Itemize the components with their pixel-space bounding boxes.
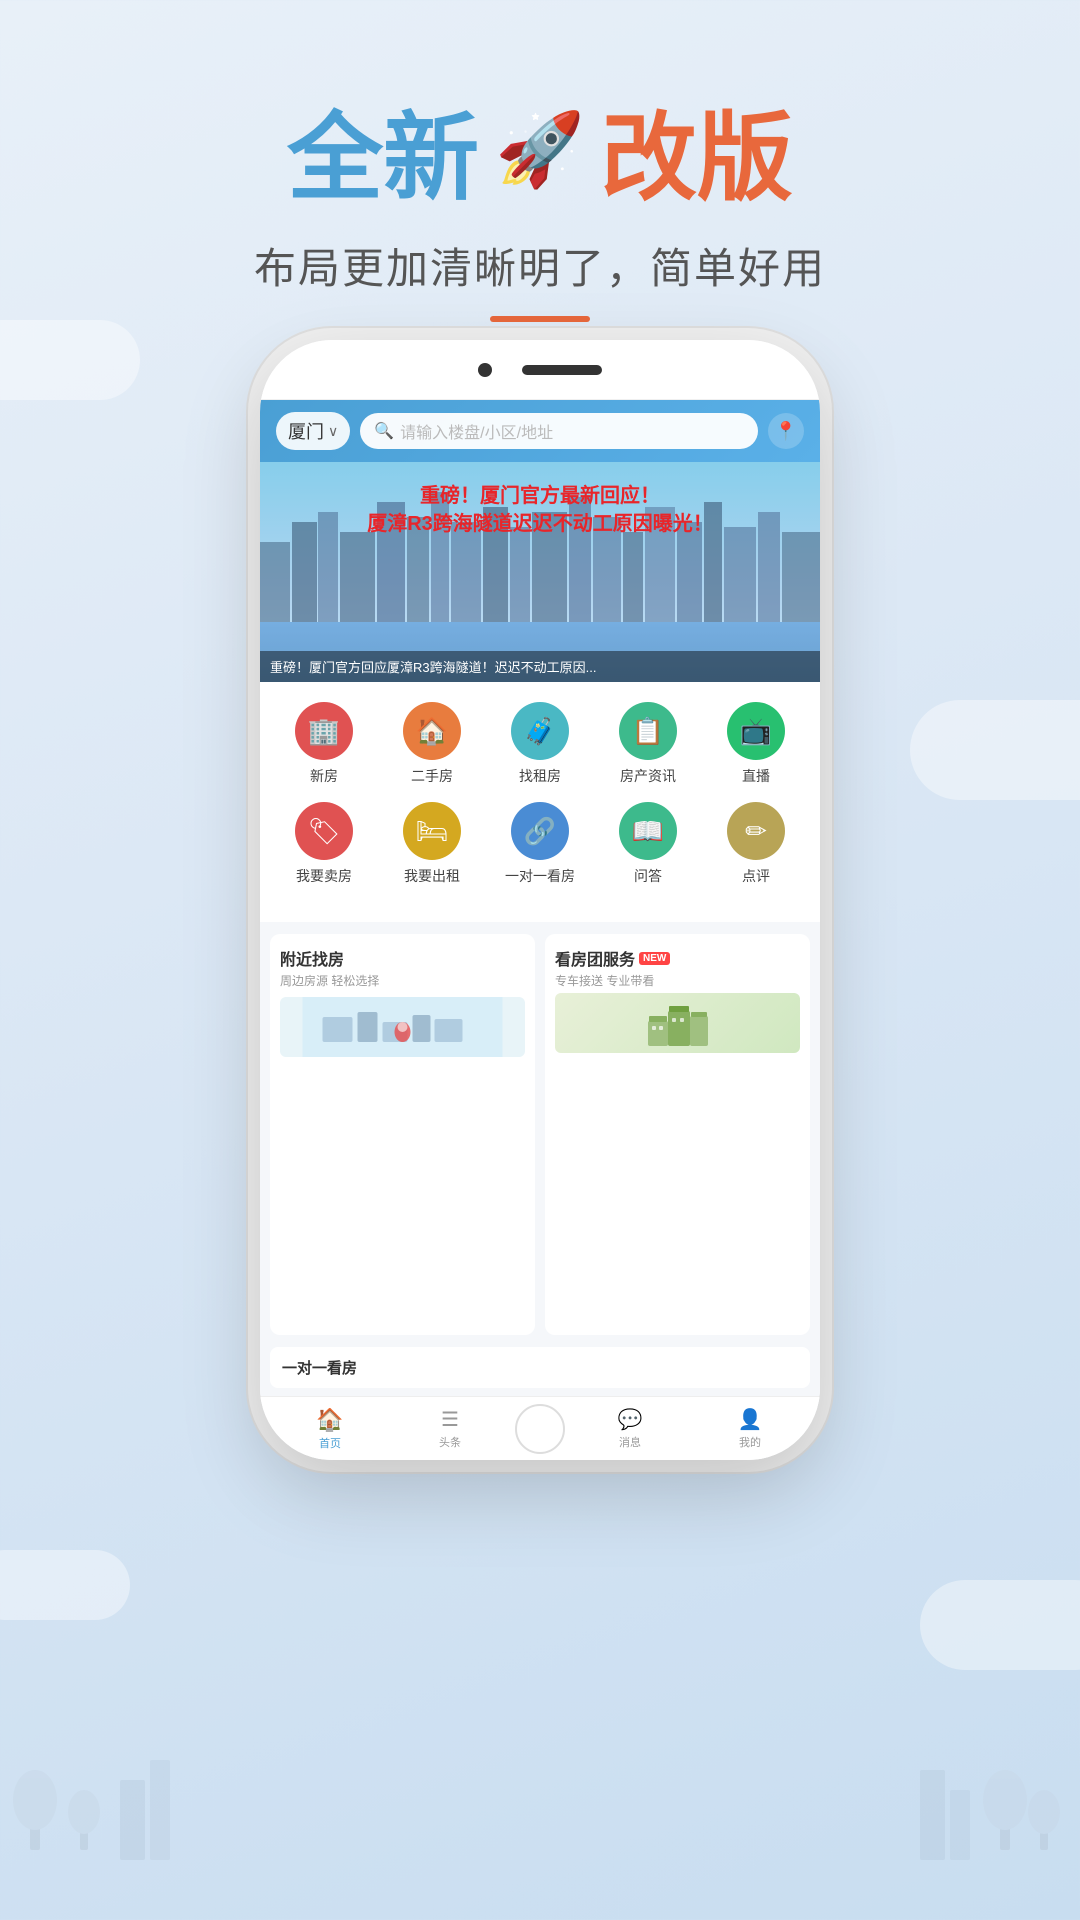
icon-onetoone[interactable]: 🔗 一对一看房 <box>495 802 585 886</box>
tour-image <box>555 993 800 1053</box>
second-house-label: 二手房 <box>411 766 453 786</box>
lease-label: 我要出租 <box>404 866 460 886</box>
decorative-buildings <box>0 1720 1080 1860</box>
banner[interactable]: 重磅！厦门官方最新回应！ 厦漳R3跨海隧道迟迟不动工原因曝光！ 重磅！厦门官方回… <box>260 462 820 682</box>
nav-headline[interactable]: ☰ 头条 <box>390 1407 510 1450</box>
message-nav-icon: 💬 <box>618 1407 643 1432</box>
search-icon: 🔍 <box>374 421 394 441</box>
home-nav-label: 首页 <box>319 1435 341 1451</box>
bottom-nav: 🏠 首页 ☰ 头条 💬 消息 👤 我的 <box>260 1396 820 1460</box>
header-section: 全新 🚀 改版 布局更加清晰明了，简单好用 <box>0 80 1080 322</box>
banner-main-text: 重磅！厦门官方最新回应！ 厦漳R3跨海隧道迟迟不动工原因曝光！ <box>276 482 804 538</box>
sell-label: 我要卖房 <box>296 866 352 886</box>
icon-qa[interactable]: 📖 问答 <box>603 802 693 886</box>
qa-icon: 📖 <box>619 802 677 860</box>
mine-nav-icon: 👤 <box>738 1407 763 1432</box>
new-badge: NEW <box>639 952 670 965</box>
tour-subtitle: 专车接送 专业带看 <box>555 972 800 989</box>
cloud-decoration <box>910 700 1080 800</box>
home-button[interactable] <box>515 1404 565 1454</box>
rocket-icon: 🚀 <box>495 107 585 192</box>
live-icon: 📺 <box>727 702 785 760</box>
onetoone-bar-title: 一对一看房 <box>282 1360 357 1377</box>
news-label: 房产资讯 <box>620 766 676 786</box>
phone-camera <box>478 363 492 377</box>
mine-nav-label: 我的 <box>739 1434 761 1450</box>
nav-mine[interactable]: 👤 我的 <box>690 1407 810 1450</box>
second-house-icon: 🏠 <box>403 702 461 760</box>
onetoone-bar[interactable]: 一对一看房 <box>270 1347 810 1388</box>
nearby-subtitle: 周边房源 轻松选择 <box>280 972 525 989</box>
review-icon: ✏ <box>727 802 785 860</box>
icon-review[interactable]: ✏ 点评 <box>711 802 801 886</box>
app-content: 厦门 ∨ 🔍 请输入楼盘/小区/地址 📍 <box>260 400 820 1460</box>
qa-label: 问答 <box>634 866 662 886</box>
tour-title: 看房团服务 <box>555 946 635 970</box>
headline-nav-icon: ☰ <box>441 1407 459 1432</box>
icons-row-1: 🏢 新房 🏠 二手房 🧳 找租房 📋 房产资讯 📺 直播 <box>270 702 810 786</box>
search-header: 厦门 ∨ 🔍 请输入楼盘/小区/地址 📍 <box>260 400 820 462</box>
banner-bottom-text: 重磅！厦门官方回应厦漳R3跨海隧道！迟迟不动工原因... <box>270 657 810 676</box>
search-box[interactable]: 🔍 请输入楼盘/小区/地址 <box>360 413 758 449</box>
lease-icon: 🛏 <box>403 802 461 860</box>
home-nav-icon: 🏠 <box>316 1407 343 1433</box>
headline-nav-label: 头条 <box>439 1434 461 1450</box>
icons-grid: 🏢 新房 🏠 二手房 🧳 找租房 📋 房产资讯 📺 直播 <box>260 682 820 922</box>
onetoone-icon: 🔗 <box>511 802 569 860</box>
nearby-map <box>280 997 525 1057</box>
nav-home[interactable]: 🏠 首页 <box>270 1407 390 1451</box>
news-icon: 📋 <box>619 702 677 760</box>
rent-label: 找租房 <box>519 766 561 786</box>
cloud-decoration <box>0 320 140 400</box>
bottom-cards: 附近找房 周边房源 轻松选择 <box>260 922 820 1347</box>
city-name: 厦门 <box>288 418 324 444</box>
icon-lease[interactable]: 🛏 我要出租 <box>387 802 477 886</box>
banner-text: 重磅！厦门官方最新回应！ 厦漳R3跨海隧道迟迟不动工原因曝光！ <box>260 482 820 538</box>
location-button[interactable]: 📍 <box>768 413 804 449</box>
new-house-label: 新房 <box>310 766 338 786</box>
sell-icon: 🏷 <box>295 802 353 860</box>
nearby-card[interactable]: 附近找房 周边房源 轻松选择 <box>270 934 535 1335</box>
phone-speaker <box>522 365 602 375</box>
message-nav-label: 消息 <box>619 1434 641 1450</box>
icons-row-2: 🏷 我要卖房 🛏 我要出租 🔗 一对一看房 📖 问答 ✏ 点评 <box>270 802 810 886</box>
phone-top-bar <box>260 340 820 400</box>
tour-card[interactable]: 看房团服务 NEW 专车接送 专业带看 <box>545 934 810 1335</box>
subtitle: 布局更加清晰明了，简单好用 <box>0 235 1080 296</box>
onetoone-label: 一对一看房 <box>505 866 575 886</box>
icon-rent[interactable]: 🧳 找租房 <box>495 702 585 786</box>
icon-live[interactable]: 📺 直播 <box>711 702 801 786</box>
title-left: 全新 <box>287 80 479 219</box>
live-label: 直播 <box>742 766 770 786</box>
cloud-decoration <box>0 1550 130 1620</box>
city-selector[interactable]: 厦门 ∨ <box>276 412 350 450</box>
dropdown-arrow: ∨ <box>328 423 338 440</box>
main-title: 全新 🚀 改版 <box>0 80 1080 219</box>
icon-sell[interactable]: 🏷 我要卖房 <box>279 802 369 886</box>
phone-mockup: 厦门 ∨ 🔍 请输入楼盘/小区/地址 📍 <box>260 340 820 1460</box>
new-house-icon: 🏢 <box>295 702 353 760</box>
nearby-title: 附近找房 <box>280 946 344 970</box>
rent-icon: 🧳 <box>511 702 569 760</box>
icon-second-house[interactable]: 🏠 二手房 <box>387 702 477 786</box>
icon-news[interactable]: 📋 房产资讯 <box>603 702 693 786</box>
banner-bottom-bar: 重磅！厦门官方回应厦漳R3跨海隧道！迟迟不动工原因... <box>260 651 820 682</box>
search-placeholder: 请输入楼盘/小区/地址 <box>400 419 553 443</box>
title-right: 改版 <box>601 80 793 219</box>
cloud-decoration <box>920 1580 1080 1670</box>
nav-message[interactable]: 💬 消息 <box>570 1407 690 1450</box>
review-label: 点评 <box>742 866 770 886</box>
decorative-line <box>490 316 590 322</box>
icon-new-house[interactable]: 🏢 新房 <box>279 702 369 786</box>
